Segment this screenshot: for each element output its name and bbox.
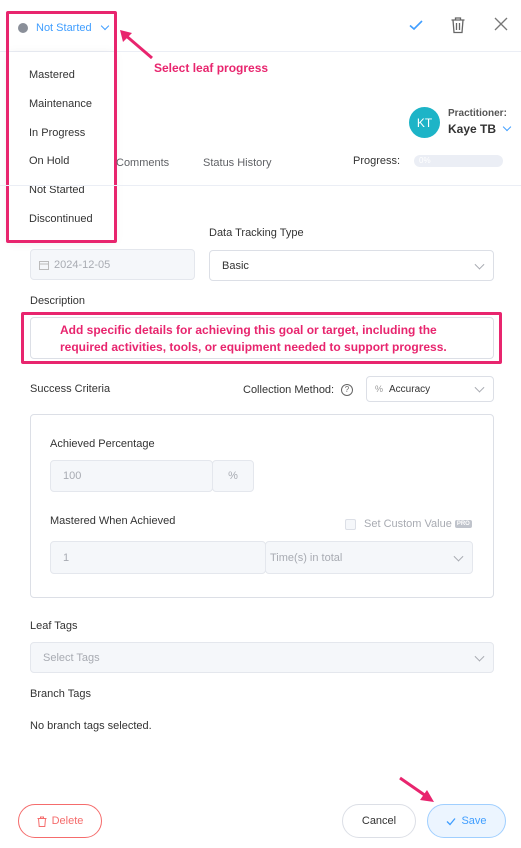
chevron-down-icon: [474, 259, 485, 270]
mastered-unit-select: Time(s) in total: [265, 541, 473, 574]
check-icon: [409, 19, 423, 30]
confirm-check-button[interactable]: [406, 16, 426, 36]
annotation-description-hint: Add specific details for achieving this …: [60, 323, 447, 354]
practitioner-selector[interactable]: Kaye TB: [448, 122, 512, 136]
chevron-down-icon: [502, 122, 512, 132]
percent-icon: %: [375, 384, 384, 394]
delete-trash-button[interactable]: [448, 15, 468, 37]
progress-label: Progress:: [353, 155, 401, 167]
branch-tags-label: Branch Tags: [30, 688, 91, 700]
progress-value: 0%: [419, 156, 431, 165]
mastered-when-achieved-label: Mastered When Achieved: [50, 515, 176, 527]
tab-comments[interactable]: Comments: [116, 157, 169, 169]
chevron-down-icon: [453, 551, 464, 562]
percent-unit: %: [212, 460, 254, 492]
tabs-divider: [0, 185, 521, 186]
calendar-icon: [39, 260, 49, 270]
data-tracking-select[interactable]: Basic: [209, 250, 494, 281]
custom-value-label: Set Custom Value: [364, 518, 452, 530]
annotation-arrow-icon: [120, 30, 153, 60]
pro-badge: PRO: [454, 520, 472, 528]
tab-status-history[interactable]: Status History: [203, 157, 271, 169]
progress-bar: 0%: [414, 155, 503, 167]
leaf-tags-select[interactable]: Select Tags: [30, 642, 494, 673]
chevron-down-icon: [474, 382, 485, 393]
close-button[interactable]: [492, 16, 510, 34]
trash-icon: [451, 16, 465, 33]
collection-method-label: Collection Method:: [243, 384, 335, 396]
checkbox-icon: [345, 518, 356, 530]
check-icon: [446, 817, 456, 825]
cancel-button-label: Cancel: [361, 815, 397, 827]
annotation-arrow-icon: [399, 776, 434, 802]
save-button-label: Save: [461, 815, 487, 827]
annotation-select-leaf-progress: Select leaf progress: [154, 61, 269, 75]
leaf-tags-placeholder: Select Tags: [43, 651, 100, 664]
chevron-down-icon: [474, 651, 485, 662]
success-criteria-label: Success Criteria: [30, 383, 111, 395]
help-icon[interactable]: ?: [341, 384, 353, 396]
achieved-percentage-value: 100: [63, 470, 82, 482]
data-tracking-value: Basic: [222, 259, 249, 272]
mastered-value-input: 1: [50, 541, 266, 574]
data-tracking-label: Data Tracking Type: [209, 227, 304, 239]
avatar-initials: KT: [416, 115, 433, 130]
practitioner-label: Practitioner:: [448, 108, 507, 119]
delete-button-label: Delete: [51, 815, 84, 827]
annotation-status-box: [6, 11, 117, 243]
date-value: 2024-12-05: [54, 258, 111, 271]
save-button[interactable]: Save: [427, 804, 506, 838]
collection-method-select[interactable]: % Accuracy: [366, 376, 494, 402]
delete-button[interactable]: Delete: [18, 804, 102, 838]
mastered-unit-value: Time(s) in total: [270, 551, 343, 564]
description-label: Description: [30, 295, 86, 307]
leaf-tags-label: Leaf Tags: [30, 620, 78, 632]
avatar: KT: [409, 107, 440, 138]
branch-tags-empty-text: No branch tags selected.: [30, 720, 152, 732]
trash-icon: [37, 816, 47, 827]
close-icon: [494, 17, 508, 30]
date-field: 2024-12-05: [30, 249, 195, 280]
practitioner-name: Kaye TB: [448, 122, 497, 136]
mastered-value: 1: [63, 551, 70, 564]
cancel-button[interactable]: Cancel: [342, 804, 416, 838]
collection-method-value: Accuracy: [389, 383, 431, 395]
achieved-percentage-input: 100: [50, 460, 213, 492]
achieved-percentage-label: Achieved Percentage: [50, 438, 155, 450]
custom-value-checkbox[interactable]: Set Custom Value PRO: [345, 518, 472, 530]
percent-unit-label: %: [228, 470, 238, 482]
